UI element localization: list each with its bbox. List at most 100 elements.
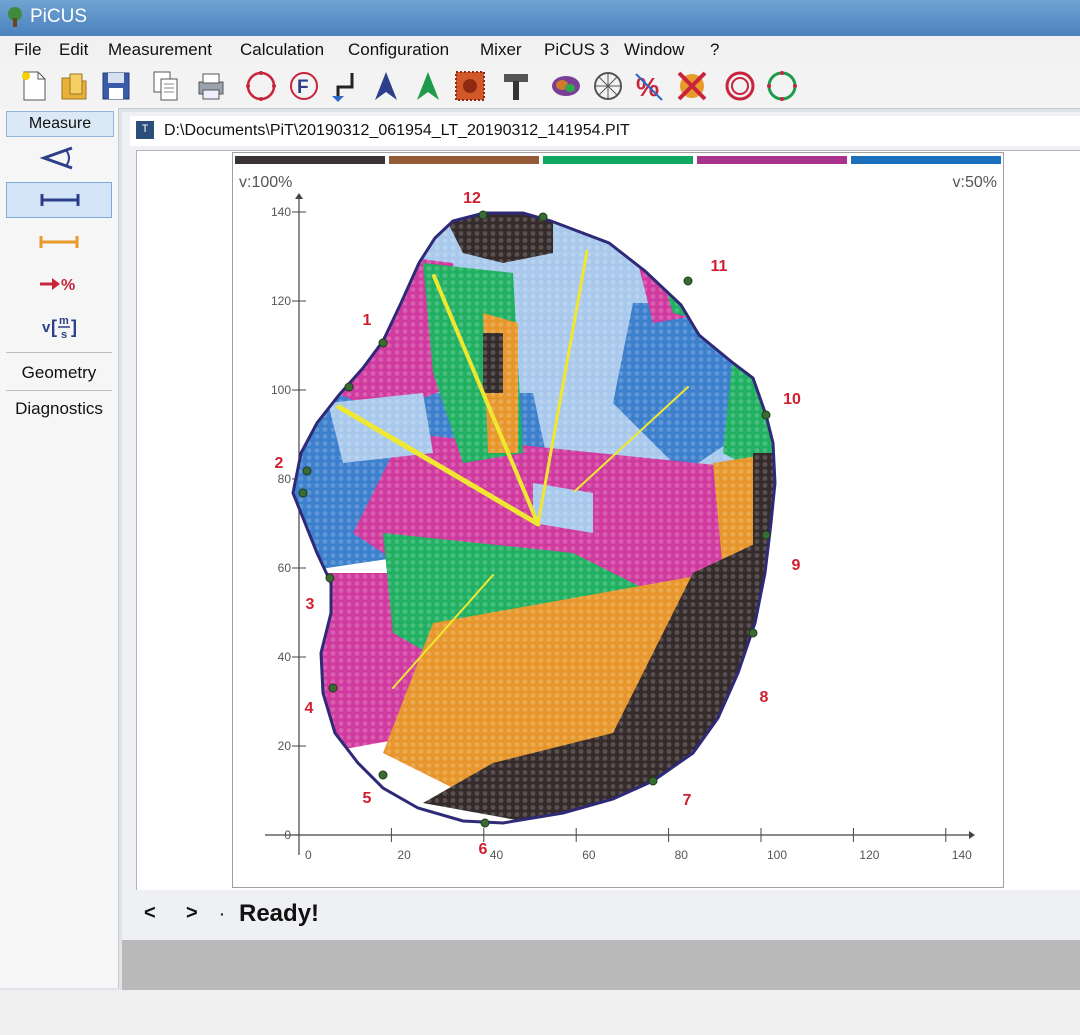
- y-tick-label: 140: [271, 205, 291, 219]
- copy-icon[interactable]: [148, 68, 184, 104]
- legend-swatch: [389, 156, 539, 164]
- tomogram-plot[interactable]: v:100% v:50% 0 20 40 60 80 100 120 140 0 20 40 60 80…: [232, 152, 1004, 888]
- svg-text:m: m: [59, 315, 69, 327]
- sensor-label: 8: [760, 689, 769, 706]
- menu-mixer[interactable]: Mixer: [480, 40, 522, 60]
- new-file-icon[interactable]: [16, 68, 52, 104]
- distance-tool-orange[interactable]: [6, 224, 112, 260]
- cross-icon[interactable]: [674, 68, 710, 104]
- geometry-section[interactable]: Geometry: [4, 363, 114, 383]
- legend-swatch: [543, 156, 693, 164]
- angle-tool[interactable]: [6, 140, 112, 176]
- svg-text:F: F: [297, 77, 309, 98]
- status-bar: < > · Ready!: [122, 890, 1080, 938]
- menu-window[interactable]: Window: [624, 40, 684, 60]
- sensor-label: 12: [463, 190, 481, 207]
- sensor-label: 5: [363, 790, 372, 807]
- y-axis-arrow: [295, 193, 303, 199]
- sensor-dot[interactable]: [480, 818, 490, 828]
- sensor-dot[interactable]: [748, 628, 758, 638]
- x-tick-label: 60: [582, 848, 596, 862]
- tomogram-icon[interactable]: [548, 68, 584, 104]
- sensor-dot[interactable]: [478, 210, 488, 220]
- x-tick-label: 0: [305, 848, 312, 862]
- svg-text:%: %: [61, 277, 75, 294]
- sensor-dot[interactable]: [378, 338, 388, 348]
- legend-swatch: [851, 156, 1001, 164]
- sensor-dot[interactable]: [325, 573, 335, 583]
- svg-text:v: v: [42, 319, 51, 336]
- document-path: D:\Documents\PiT\20190312_061954_LT_2019…: [164, 122, 630, 139]
- sensor-dot[interactable]: [538, 212, 548, 222]
- sensor-dot[interactable]: [298, 488, 308, 498]
- web-circle-icon[interactable]: [590, 68, 626, 104]
- red-dotted-frame-icon[interactable]: [452, 68, 488, 104]
- arrow-a-blue-icon[interactable]: [368, 68, 404, 104]
- separator: [6, 352, 112, 353]
- sensor-dot[interactable]: [648, 776, 658, 786]
- y-tick-label: 100: [271, 383, 291, 397]
- measure-header[interactable]: Measure: [6, 111, 114, 137]
- legend-swatch: [697, 156, 847, 164]
- sensor-dot[interactable]: [378, 770, 388, 780]
- y-tick-label: 20: [278, 739, 292, 753]
- y-tick-label: 0: [284, 828, 291, 842]
- sensor-label: 2: [275, 455, 284, 472]
- percent-icon[interactable]: %: [632, 68, 668, 104]
- sensor-dot[interactable]: [302, 466, 312, 476]
- bottom-bar: [0, 990, 1080, 1035]
- menu-picus3[interactable]: PiCUS 3: [544, 40, 609, 60]
- left-panel: Measure % v [ m s ] Geometry Diagnostics: [0, 108, 119, 988]
- next-button[interactable]: >: [186, 902, 198, 925]
- distance-tool-blue[interactable]: [6, 182, 112, 218]
- ring-red-icon[interactable]: [722, 68, 758, 104]
- velocity-max-label: v:100%: [239, 174, 292, 191]
- document-icon: T: [136, 121, 154, 139]
- f-circle-icon[interactable]: F: [286, 68, 322, 104]
- hammer-icon[interactable]: [498, 68, 534, 104]
- tomogram-svg: v:100% v:50% 0 20 40 60 80 100 120 140 0 20 40 60 80…: [235, 156, 1001, 862]
- svg-text:[: [: [51, 317, 57, 337]
- prev-button[interactable]: <: [144, 902, 156, 925]
- circle-outline-icon[interactable]: [243, 68, 279, 104]
- sensor-dot[interactable]: [683, 276, 693, 286]
- geometry-path-icon[interactable]: [326, 68, 362, 104]
- arrow-percent-icon: %: [40, 277, 75, 294]
- legend-swatch: [235, 156, 385, 164]
- distance-orange-icon: [39, 236, 79, 248]
- velocity-tool[interactable]: v [ m s ]: [6, 308, 112, 344]
- title-bar: PiCUS: [0, 0, 1080, 36]
- diagnostics-section[interactable]: Diagnostics: [4, 399, 114, 419]
- print-icon[interactable]: [193, 68, 229, 104]
- x-tick-label: 40: [490, 848, 504, 862]
- menu-configuration[interactable]: Configuration: [348, 40, 449, 60]
- arrow-percent-tool[interactable]: %: [6, 266, 112, 302]
- open-folder-icon[interactable]: [56, 68, 92, 104]
- menu-file[interactable]: File: [14, 40, 41, 60]
- sensor-dot[interactable]: [761, 530, 771, 540]
- menu-measurement[interactable]: Measurement: [108, 40, 212, 60]
- ring-green-icon[interactable]: [764, 68, 800, 104]
- toolbar: F %: [0, 64, 1080, 109]
- save-disk-icon[interactable]: [98, 68, 134, 104]
- menu-bar: File Edit Measurement Calculation Config…: [0, 36, 1080, 65]
- sensor-label: 7: [683, 792, 692, 809]
- sensor-label: 3: [306, 596, 315, 613]
- separator: [6, 390, 112, 391]
- menu-help[interactable]: ?: [710, 40, 719, 60]
- sensor-dot[interactable]: [344, 382, 354, 392]
- sensor-dot[interactable]: [328, 683, 338, 693]
- y-tick-label: 120: [271, 294, 291, 308]
- menu-calculation[interactable]: Calculation: [240, 40, 324, 60]
- x-tick-label: 120: [859, 848, 879, 862]
- menu-edit[interactable]: Edit: [59, 40, 88, 60]
- status-text: Ready!: [239, 900, 320, 927]
- x-tick-label: 80: [675, 848, 689, 862]
- y-tick-label: 60: [278, 561, 292, 575]
- sensor-dot[interactable]: [761, 410, 771, 420]
- y-tick-label: 80: [278, 472, 292, 486]
- arrow-a-green-icon[interactable]: [410, 68, 446, 104]
- sensor-label: 1: [363, 312, 372, 329]
- velocity-icon: v [ m s ]: [42, 315, 77, 341]
- x-tick-label: 100: [767, 848, 787, 862]
